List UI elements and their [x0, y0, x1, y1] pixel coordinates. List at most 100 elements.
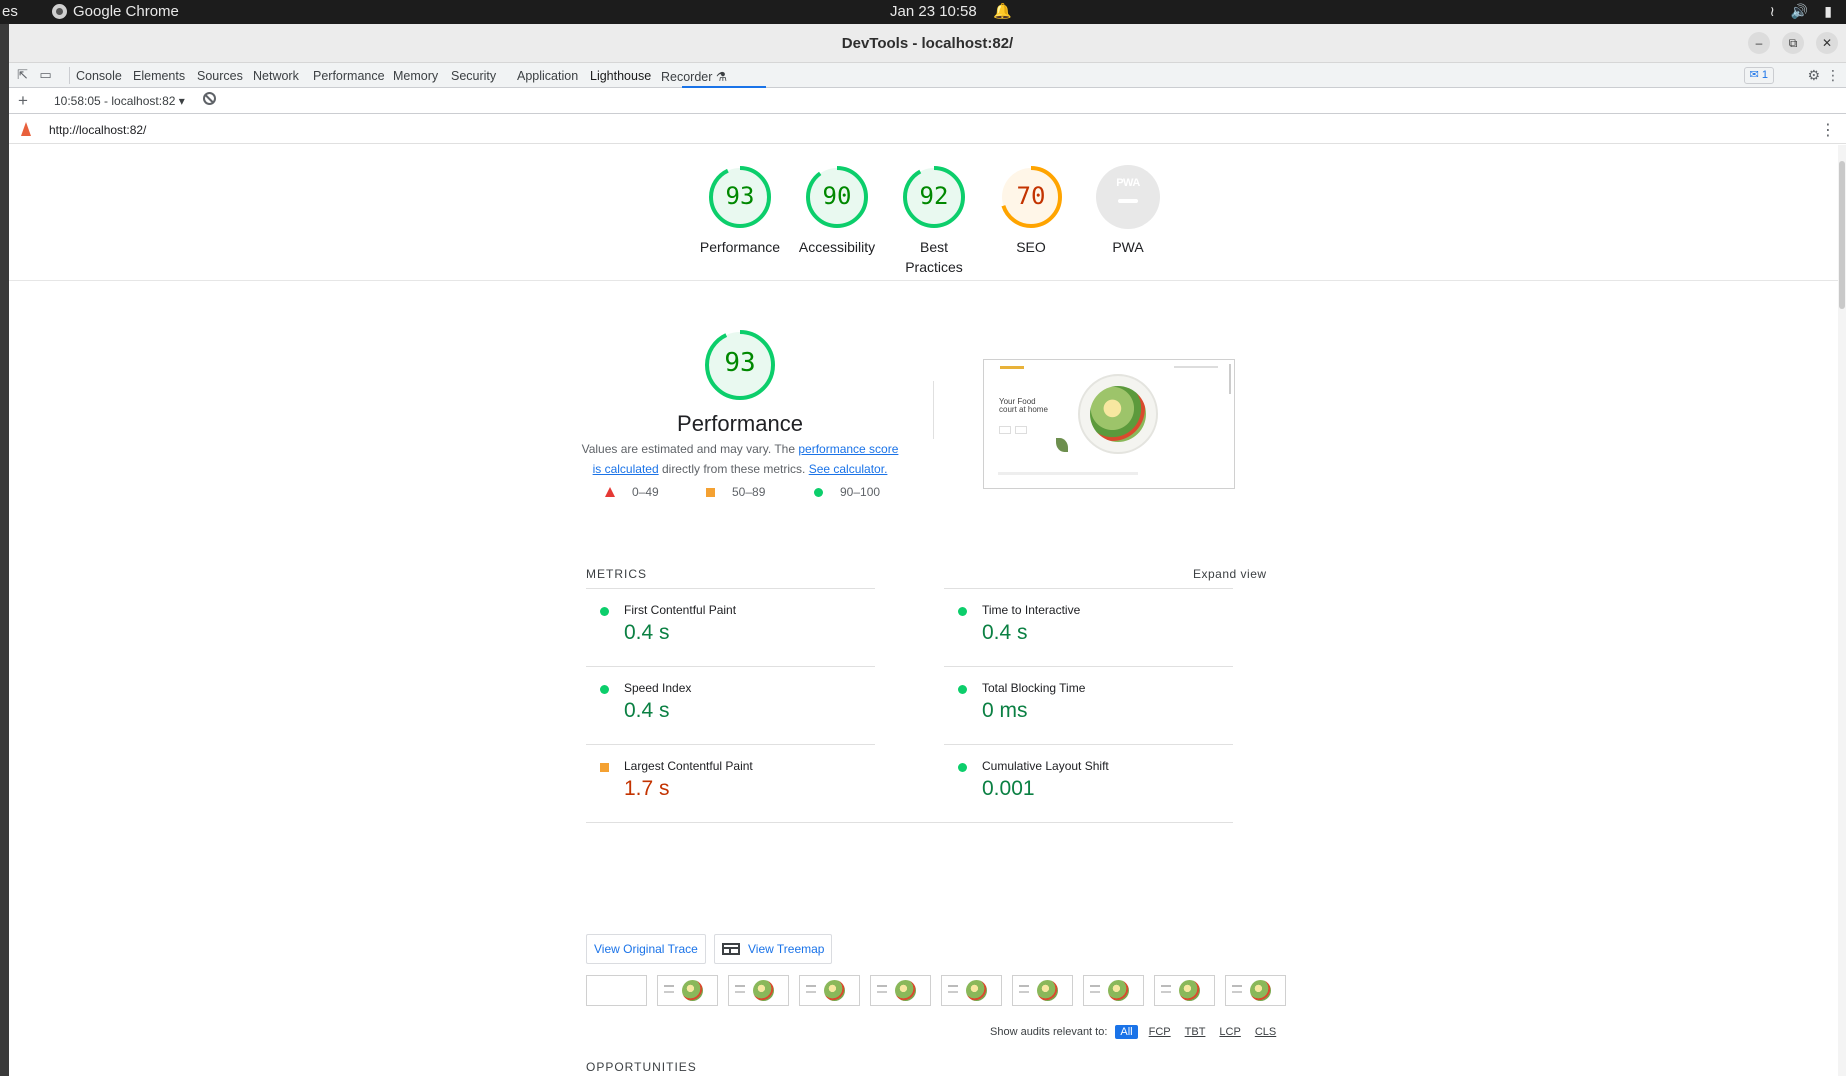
metric-speed-index: Speed Index 0.4 s: [586, 666, 875, 732]
lighthouse-report: 93 Performance 90 Accessibility 92 Best …: [9, 145, 1846, 1076]
filmstrip-frame: [1154, 975, 1215, 1006]
os-app-indicator[interactable]: Google Chrome: [52, 3, 179, 20]
filmstrip-frame: [657, 975, 718, 1006]
os-app-name: Google Chrome: [73, 3, 179, 20]
lighthouse-report-bar: + 10:58:05 - localhost:82 ▾: [9, 88, 1846, 114]
filmstrip-frame: [1012, 975, 1073, 1006]
gauge-ring: 93: [708, 165, 772, 229]
report-selector[interactable]: 10:58:05 - localhost:82 ▾: [54, 94, 185, 108]
filter-chip-tbt[interactable]: TBT: [1182, 1025, 1209, 1039]
metric-first-contentful-paint: First Contentful Paint 0.4 s: [586, 588, 875, 654]
screenshot-nav: [1174, 366, 1218, 368]
pass-circle-icon: [958, 607, 967, 616]
filter-chip-lcp[interactable]: LCP: [1216, 1025, 1243, 1039]
pass-circle-icon: [958, 685, 967, 694]
report-selector-label: 10:58:05 - localhost:82: [54, 94, 176, 108]
notification-bell-icon[interactable]: 🔔: [993, 2, 1012, 20]
report-url[interactable]: http://localhost:82/: [49, 123, 146, 137]
filmstrip: [586, 975, 1286, 1006]
performance-score-value: 93: [724, 348, 756, 378]
view-original-trace-button[interactable]: View Original Trace: [586, 934, 706, 964]
average-square-icon: [600, 763, 609, 772]
legend-pass: 90–100: [814, 485, 880, 499]
device-toolbar-icon[interactable]: ▭: [38, 68, 53, 82]
average-square-icon: [706, 487, 715, 497]
metric-title: Speed Index: [624, 681, 692, 695]
filmstrip-frame: [728, 975, 789, 1006]
metrics-bottom-divider: [586, 822, 1233, 823]
os-system-tray[interactable]: ≀ 🔊 ▮: [1770, 3, 1832, 20]
score-value: 92: [919, 182, 949, 210]
scrollbar-thumb[interactable]: [1839, 161, 1845, 309]
tab-console[interactable]: Console: [76, 69, 122, 83]
pass-circle-icon: [600, 607, 609, 616]
button-label: View Treemap: [748, 942, 825, 956]
desc-text: Values are estimated and may vary. The: [581, 442, 799, 456]
report-scrollbar[interactable]: [1838, 145, 1846, 1076]
metric-title: First Contentful Paint: [624, 603, 737, 617]
inspect-element-icon[interactable]: ⇱: [15, 68, 30, 82]
filter-chip-all[interactable]: All: [1115, 1025, 1138, 1039]
gauge-ring: 70: [999, 165, 1063, 229]
metric-largest-contentful-paint: Largest Contentful Paint 1.7 s: [586, 744, 875, 810]
screenshot-logo: [1000, 366, 1024, 369]
report-menu-icon[interactable]: ⋮: [1820, 120, 1836, 140]
food-plate-image: [1078, 374, 1158, 454]
metric-cumulative-layout-shift: Cumulative Layout Shift 0.001: [944, 744, 1233, 810]
legend-label: 90–100: [840, 485, 881, 499]
tab-recorder[interactable]: Recorder ⚗: [661, 69, 727, 84]
tab-network[interactable]: Network: [253, 69, 299, 83]
tab-memory[interactable]: Memory: [393, 69, 438, 83]
legend-label: 0–49: [632, 485, 659, 499]
close-button[interactable]: ✕: [1816, 32, 1838, 54]
tab-application[interactable]: Application: [517, 69, 578, 83]
expand-view-toggle[interactable]: Expand view: [1193, 567, 1267, 581]
os-activities-label[interactable]: es: [2, 3, 18, 20]
settings-gear-icon[interactable]: ⚙: [1807, 67, 1820, 84]
divider: [933, 381, 934, 439]
chrome-icon: [52, 4, 67, 19]
metric-value: 0.001: [982, 777, 1035, 800]
lighthouse-logo-icon: [21, 122, 31, 136]
score-label: PWA: [1112, 239, 1144, 255]
battery-icon: ▮: [1824, 3, 1832, 19]
view-treemap-button[interactable]: View Treemap: [714, 934, 833, 964]
restore-button[interactable]: ⧉: [1782, 32, 1804, 54]
clear-reports-icon[interactable]: [203, 92, 216, 105]
desktop-edge: [0, 24, 9, 1076]
os-clock[interactable]: Jan 23 10:58: [890, 3, 977, 20]
filter-chip-fcp[interactable]: FCP: [1146, 1025, 1174, 1039]
pwa-badge-text: PWA: [1116, 177, 1140, 189]
devtools-window: DevTools - localhost:82/ – ⧉ ✕ ⇱ ▭ Conso…: [9, 24, 1846, 1076]
tab-security[interactable]: Security: [451, 69, 496, 83]
pwa-badge: PWA: [1096, 165, 1160, 229]
filter-chip-cls[interactable]: CLS: [1252, 1025, 1279, 1039]
tab-lighthouse[interactable]: Lighthouse: [590, 69, 651, 83]
window-title: DevTools - localhost:82/: [841, 35, 1014, 52]
screenshot-hero-text: Your Food court at home: [999, 397, 1048, 414]
minimize-button[interactable]: –: [1748, 32, 1770, 54]
performance-score-gauge: 93: [704, 329, 776, 401]
score-gauge-pwa[interactable]: PWA PWA: [1068, 165, 1188, 257]
tab-elements[interactable]: Elements: [133, 69, 185, 83]
metric-value: 0.4 s: [624, 699, 670, 722]
final-screenshot[interactable]: Your Food court at home: [983, 359, 1235, 489]
pass-circle-icon: [958, 763, 967, 772]
gauge-ring: 92: [902, 165, 966, 229]
screenshot-scrollbar: [1229, 364, 1231, 394]
score-value: 90: [822, 182, 852, 210]
experiment-flask-icon: ⚗: [715, 70, 728, 84]
more-options-icon[interactable]: ⋮: [1826, 67, 1840, 84]
score-label: Best Practices: [905, 239, 963, 275]
new-report-icon[interactable]: +: [18, 91, 28, 111]
tab-sources[interactable]: Sources: [197, 69, 243, 83]
score-value: 70: [1016, 182, 1046, 210]
issues-badge[interactable]: ✉ 1: [1743, 67, 1774, 84]
legend-label: 50–89: [732, 485, 766, 499]
pass-circle-icon: [814, 487, 823, 497]
volume-icon: 🔊: [1790, 3, 1809, 19]
see-calculator-link[interactable]: See calculator.: [809, 462, 888, 476]
metric-title: Time to Interactive: [982, 603, 1081, 617]
legend-average: 50–89: [706, 485, 765, 499]
tab-performance[interactable]: Performance: [313, 69, 385, 83]
